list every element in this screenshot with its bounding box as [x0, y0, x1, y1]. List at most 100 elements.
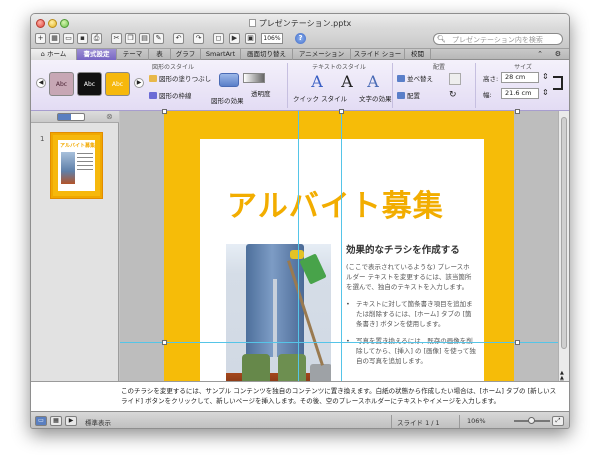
paste-icon[interactable]: ▤ — [139, 33, 150, 44]
tab-review[interactable]: 校閲 — [405, 49, 431, 60]
horizontal-guide[interactable] — [120, 342, 560, 343]
copy-icon[interactable]: ❐ — [125, 33, 136, 44]
cut-icon[interactable]: ✂ — [111, 33, 122, 44]
slide-show-view-button[interactable]: ▶ — [65, 416, 77, 426]
thumbnail-photo — [61, 152, 75, 184]
group-objects-icon[interactable] — [449, 73, 461, 85]
tab-animations[interactable]: アニメーション — [293, 49, 351, 60]
outline-view-tab[interactable] — [72, 114, 85, 120]
align-label: 配置 — [407, 92, 420, 100]
resize-handle[interactable] — [162, 340, 167, 345]
new-presentation-icon[interactable]: + — [35, 33, 46, 44]
paint-bucket-icon — [149, 75, 157, 82]
scroll-right-icon[interactable]: ▶ — [134, 78, 144, 88]
insert-shape-icon[interactable]: ◻ — [213, 33, 224, 44]
search-placeholder: プレゼンテーション内を検索 — [452, 36, 543, 44]
format-painter-icon[interactable]: ✎ — [153, 33, 164, 44]
tab-slide-show[interactable]: スライド ショー — [351, 49, 405, 60]
height-stepper[interactable]: ⇕ — [542, 72, 549, 81]
slide-headline[interactable]: アルバイト募集 — [227, 181, 444, 225]
tab-charts[interactable]: グラフ — [171, 49, 201, 60]
pencil-icon — [149, 92, 157, 99]
reorder-button[interactable]: 並べ替え — [397, 73, 433, 83]
zoom-field[interactable]: 106% — [261, 33, 283, 44]
gear-icon[interactable]: ⚙ — [555, 49, 561, 60]
ribbon-separator — [287, 63, 288, 108]
shape-style-swatch[interactable]: Abc — [77, 72, 102, 96]
transparency-label: 透明度 — [251, 90, 271, 98]
vertical-guide[interactable] — [341, 111, 342, 381]
close-pane-icon[interactable]: ⊗ — [106, 112, 113, 121]
quick-styles-label[interactable]: クイック スタイル — [293, 93, 347, 103]
tab-transitions[interactable]: 画面切り替え — [241, 49, 293, 60]
transparency-slider-icon[interactable] — [243, 73, 265, 83]
vertical-guide[interactable] — [298, 111, 299, 381]
document-icon — [248, 19, 256, 27]
tab-format[interactable]: 書式設定 — [77, 49, 117, 60]
resize-handle[interactable] — [515, 109, 520, 114]
body-text-box[interactable]: 効果的なチラシを作成する (ここで表示されているような) プレースホルダー テキ… — [346, 242, 476, 373]
status-bar: ▭ ▦ ▶ 標準表示 スライド 1 / 1 106% ⤢ — [31, 411, 569, 428]
save-icon[interactable]: ▪ — [77, 33, 88, 44]
tab-themes[interactable]: テーマ — [117, 49, 149, 60]
quick-styles-icon[interactable]: A — [308, 73, 326, 91]
notes-text[interactable]: このチラシを変更するには、サンプル コンテンツを独自のコンテンツに置き換えます。… — [121, 386, 561, 406]
zoom-slider-knob[interactable] — [528, 417, 535, 424]
tab-smartart[interactable]: SmartArt — [201, 49, 241, 60]
tab-table[interactable]: 表 — [149, 49, 171, 60]
text-effects-icon[interactable]: A — [364, 73, 382, 91]
zoom-slider[interactable] — [514, 417, 550, 424]
group-title-text-styles: テキストのスタイル — [312, 64, 366, 71]
slide-show-icon[interactable]: ▶ — [229, 33, 240, 44]
tab-home[interactable]: ⌂ ホーム — [31, 49, 77, 60]
ribbon: 図形のスタイル テキストのスタイル 配置 サイズ ◀ Abc Abc Abc ▶… — [31, 60, 569, 111]
text-effects-label[interactable]: 文字の効果 — [359, 93, 392, 103]
slides-view-tab[interactable] — [58, 114, 71, 120]
jeans-gap — [273, 279, 277, 357]
gallery-icon[interactable]: ▦ — [49, 33, 60, 44]
shape-outline-button[interactable]: 図形の枠線 — [149, 90, 192, 100]
slide[interactable]: アルバイト募集 効果的なチラシを作成する (ここで表示されているような) プレー… — [164, 111, 514, 393]
text-fill-icon[interactable]: A — [338, 73, 356, 91]
resize-handle[interactable] — [515, 340, 520, 345]
slide-sorter-button[interactable]: ▦ — [50, 416, 62, 426]
help-icon[interactable]: ? — [295, 33, 306, 44]
fit-to-window-icon[interactable]: ⤢ — [552, 416, 564, 426]
media-browser-icon[interactable]: ▣ — [245, 33, 256, 44]
print-icon[interactable]: ⎙ — [91, 33, 102, 44]
redo-icon[interactable]: ↷ — [193, 33, 204, 44]
scroll-left-icon[interactable]: ◀ — [36, 78, 46, 88]
shape-style-swatch[interactable]: Abc — [49, 72, 74, 96]
resize-handle[interactable] — [339, 109, 344, 114]
shape-effects-icon[interactable] — [219, 73, 239, 87]
width-field[interactable]: 21.6 cm — [501, 88, 539, 99]
thumbnail-view-toggle[interactable] — [57, 113, 85, 121]
group-title-arrange: 配置 — [432, 64, 445, 71]
rotate-icon[interactable]: ↻ — [449, 90, 457, 100]
shape-style-swatch[interactable]: Abc — [105, 72, 130, 96]
yellow-glove — [290, 250, 304, 259]
flyer-photo[interactable] — [226, 244, 331, 393]
open-folder-icon[interactable]: ▭ — [63, 33, 74, 44]
search-icon: 🔍︎ — [437, 35, 446, 43]
resize-handle[interactable] — [162, 109, 167, 114]
shape-effects-label[interactable]: 図形の効果 — [211, 95, 244, 105]
width-stepper[interactable]: ⇕ — [542, 88, 549, 97]
normal-view-button[interactable]: ▭ — [35, 416, 47, 426]
search-field[interactable]: 🔍︎ プレゼンテーション内を検索 — [433, 33, 563, 45]
height-field[interactable]: 28 cm — [501, 72, 539, 83]
width-label: 幅: — [483, 91, 492, 99]
crop-icon[interactable] — [553, 76, 563, 90]
vertical-scrollbar[interactable]: ▲▲▼▼ — [558, 111, 569, 393]
align-button[interactable]: 配置 — [397, 90, 420, 100]
shape-fill-button[interactable]: 図形の塗りつぶし — [149, 73, 211, 83]
undo-icon[interactable]: ↶ — [173, 33, 184, 44]
slide-thumbnail[interactable]: アルバイト募集 — [51, 133, 102, 198]
thumbnail-pane-header: ⊗ — [31, 111, 119, 123]
scroll-thumb[interactable] — [561, 117, 567, 349]
align-icon — [397, 92, 405, 99]
collapse-ribbon-icon[interactable]: ⌃ — [537, 49, 543, 60]
flyer-page: アルバイト募集 効果的なチラシを作成する (ここで表示されているような) プレー… — [200, 139, 484, 393]
status-separator — [391, 415, 392, 428]
notes-pane[interactable]: このチラシを変更するには、サンプル コンテンツを独自のコンテンツに置き換えます。… — [31, 381, 569, 411]
